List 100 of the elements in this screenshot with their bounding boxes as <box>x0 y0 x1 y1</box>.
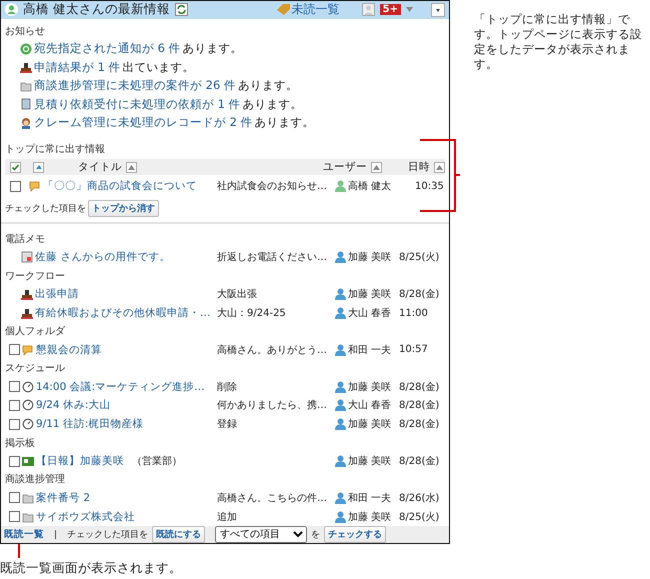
date-text: 8/28(金) <box>399 288 440 302</box>
user-name: 加藤 美咲 <box>348 250 392 264</box>
item-link[interactable]: 案件番号 2 <box>36 490 90 505</box>
summary-text: 追加 <box>217 510 238 524</box>
notice-link[interactable]: クレーム管理に未処理のレコードが 2 件 <box>34 115 253 130</box>
separator-text: | <box>54 530 58 540</box>
checkbox[interactable] <box>10 180 21 192</box>
sort-button[interactable] <box>33 162 44 173</box>
date-text: 8/28(金) <box>399 418 440 432</box>
notice-link[interactable]: 宛先指定された通知が 6 件 <box>34 41 181 56</box>
date-text: 8/25(火) <box>399 250 440 264</box>
refresh-icon[interactable] <box>174 3 188 16</box>
date-text: 8/25(火) <box>399 510 440 524</box>
item-link[interactable]: 9/24 休み:大山 <box>36 398 110 412</box>
clock-icon <box>22 399 34 412</box>
user-icon <box>5 3 18 16</box>
notice-link[interactable]: 申請結果が 1 件 <box>34 60 121 75</box>
document-icon <box>20 98 32 110</box>
notice-link[interactable]: 商談進捗管理に未処理の案件が 26 件 <box>34 78 236 94</box>
notice-text: あります。 <box>254 115 315 130</box>
unread-list-link[interactable]: 未読一覧 <box>276 1 340 18</box>
checkbox[interactable] <box>9 511 20 522</box>
section-title: 電話メモ <box>5 232 46 248</box>
section-title: トップに常に出す情報 <box>5 142 106 158</box>
item-link[interactable]: 14:00 会議:マーケティング進捗… <box>36 380 205 394</box>
section-title: スケジュール <box>5 362 66 376</box>
user-icon <box>335 288 346 300</box>
item-link[interactable]: 【日報】加藤美咲 <box>36 454 124 468</box>
stamp-icon <box>21 288 33 300</box>
clock-icon <box>22 380 34 393</box>
item-select[interactable]: すべての項目 <box>215 526 308 543</box>
stamp-icon <box>21 307 33 320</box>
date-text: 8/28(金) <box>399 455 440 468</box>
at-sign-icon <box>20 42 32 55</box>
item-link[interactable]: サイボウズ株式会社 <box>36 510 135 524</box>
notice-link[interactable]: 見積り依頼受付に未処理の依頼が 1 件 <box>34 96 241 112</box>
user-icon <box>335 510 346 523</box>
memo-icon <box>21 251 33 264</box>
menu-button[interactable] <box>431 2 445 17</box>
summary-text: 社内試食会のお知らせ… <box>217 180 328 194</box>
summary-text: 何かありましたら、携… <box>217 398 328 412</box>
notice-text: あります。 <box>238 78 298 94</box>
checkbox[interactable] <box>9 344 20 356</box>
user-name: 大山 春香 <box>348 306 392 320</box>
user-icon <box>335 180 346 192</box>
date-text: 10:57 <box>399 344 429 356</box>
user-name: 大山 春香 <box>348 398 392 412</box>
item-link[interactable]: 9/11 往訪:梶田物産様 <box>36 417 144 432</box>
sort-button[interactable] <box>371 162 382 173</box>
summary-text: 登録 <box>217 418 238 432</box>
section-title: 商談進捗管理 <box>5 472 66 488</box>
user-name: 加藤 美咲 <box>348 454 392 468</box>
user-icon <box>335 307 346 320</box>
item-link[interactable]: 懇親会の清算 <box>36 342 102 357</box>
user-icon <box>335 455 346 467</box>
sort-icon <box>436 164 443 170</box>
user-name: 和田 一夫 <box>348 492 392 505</box>
bulletin-board-icon <box>22 455 34 467</box>
item-link[interactable]: 「〇〇」商品の試食会について <box>43 179 197 194</box>
avatar-icon <box>362 3 375 16</box>
sort-button[interactable] <box>434 162 445 173</box>
notification-badge[interactable]: 5+ <box>380 4 401 16</box>
remove-from-top-button[interactable]: トップから消す <box>88 200 159 217</box>
section-title: 個人フォルダ <box>5 325 66 340</box>
checkbox[interactable] <box>9 381 20 392</box>
user-name: 和田 一夫 <box>348 344 392 357</box>
check-button[interactable]: チェックする <box>324 526 386 543</box>
sort-button[interactable] <box>126 162 137 173</box>
folder-icon <box>22 510 34 523</box>
checkbox[interactable] <box>9 456 20 466</box>
user-name: 加藤 美咲 <box>348 510 392 524</box>
user-name: 高橋 健太 <box>348 180 392 194</box>
item-link[interactable]: 佐藤 さんからの用件です。 <box>35 250 170 264</box>
sort-icon <box>373 164 380 170</box>
annotation-text: 既読一覧画面が表示されます。 <box>0 559 183 577</box>
person-icon <box>20 116 32 129</box>
summary-text: 高橋さん。こちらの件… <box>217 492 328 505</box>
select-all-icon[interactable] <box>10 162 21 173</box>
section-title: ワークフロー <box>5 270 66 284</box>
section-title: お知らせ <box>5 24 46 39</box>
action-label: チェックした項目を <box>67 529 148 541</box>
department-text: （営業部） <box>132 454 182 468</box>
notice-text: あります。 <box>182 41 243 56</box>
leader-line <box>18 544 20 558</box>
mark-read-button[interactable]: 既読にする <box>152 526 206 543</box>
tag-icon <box>276 4 290 16</box>
user-name: 加藤 美咲 <box>348 380 392 394</box>
item-link[interactable]: 有給休暇およびその他休暇申請・… <box>35 306 210 320</box>
annotation-text: 「トップに常に出す情報」です。トップページに表示する設定をしたデータが表示されます。 <box>474 12 643 73</box>
checkbox[interactable] <box>9 418 20 430</box>
user-name: 加藤 美咲 <box>348 418 392 432</box>
summary-text: 大山：9/24-25 <box>217 306 287 320</box>
item-link[interactable]: 出張申請 <box>35 287 79 302</box>
date-text: 10:35 <box>414 180 445 192</box>
read-list-link[interactable]: 既読一覧 <box>4 528 44 541</box>
checkbox[interactable] <box>9 492 20 504</box>
user-icon <box>335 399 346 412</box>
checkbox[interactable] <box>9 400 20 411</box>
user-icon <box>335 344 346 356</box>
date-text: 8/28(金) <box>399 380 440 394</box>
